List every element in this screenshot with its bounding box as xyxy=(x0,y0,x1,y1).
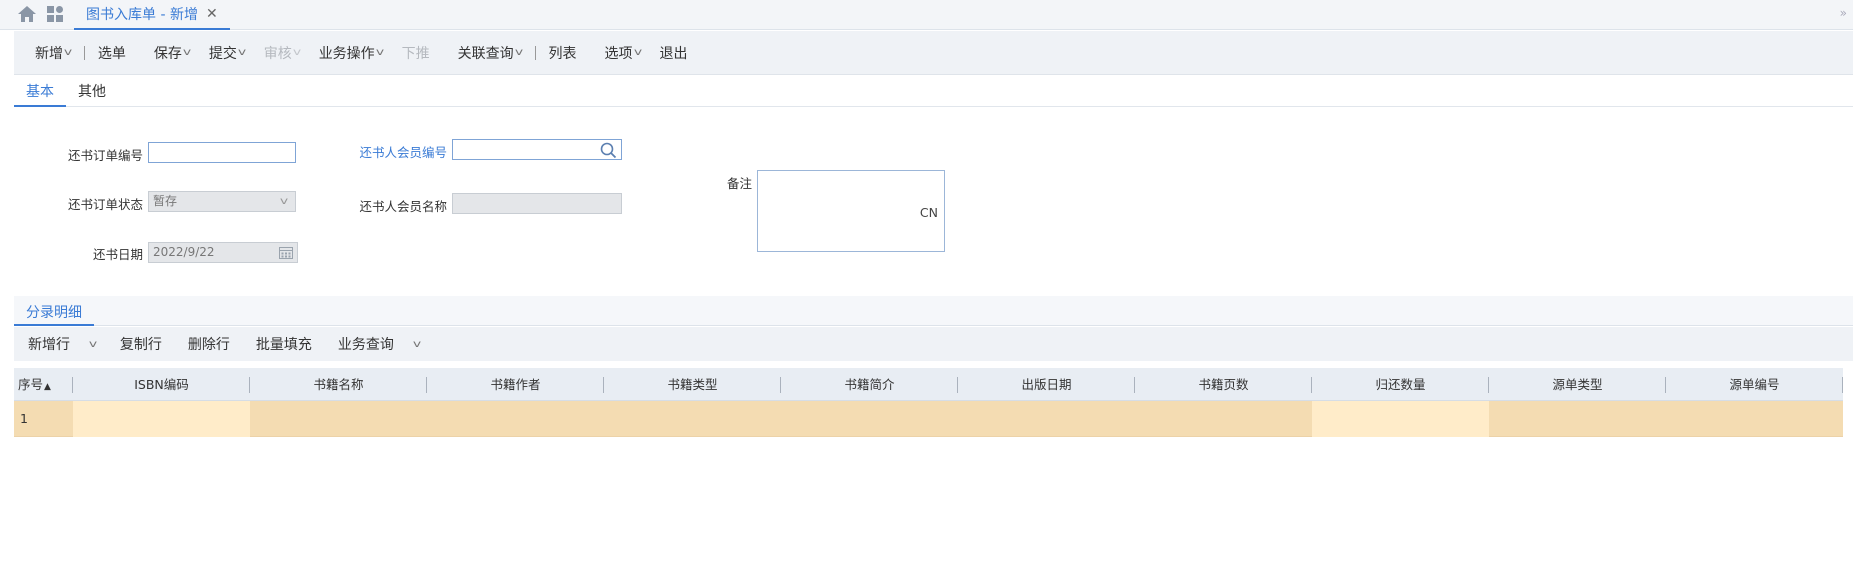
list-button[interactable]: 列表 xyxy=(542,31,584,75)
top-tab-bar: 图书入库单 - 新增 ✕ » xyxy=(0,0,1853,30)
exit-button[interactable]: 退出 xyxy=(652,31,694,75)
cell-page-count[interactable] xyxy=(1135,401,1312,437)
remark-label: 备注 xyxy=(726,176,752,191)
table-row[interactable]: 1 xyxy=(14,401,1843,437)
chevron-down-icon: v xyxy=(292,47,301,58)
chevron-down-icon[interactable]: v xyxy=(89,339,97,350)
column-header-source-no[interactable]: 源单编号 xyxy=(1666,368,1843,401)
column-header-book-summary[interactable]: 书籍简介 xyxy=(781,368,958,401)
member-no-input[interactable] xyxy=(452,139,622,160)
cell-book-name[interactable] xyxy=(250,401,427,437)
column-header-page-count[interactable]: 书籍页数 xyxy=(1135,368,1312,401)
sort-up-icon[interactable]: ▲ xyxy=(44,382,51,392)
submit-button[interactable]: 提交 v xyxy=(202,31,252,75)
column-header-return-qty[interactable]: 归还数量 xyxy=(1312,368,1489,401)
business-ops-button[interactable]: 业务操作 v xyxy=(312,31,390,75)
options-button[interactable]: 选项 v xyxy=(598,31,648,75)
tab-entry-details[interactable]: 分录明细 xyxy=(14,301,94,326)
cell-seq[interactable]: 1 xyxy=(14,401,73,437)
cell-book-summary[interactable] xyxy=(781,401,958,437)
order-status-value: 暂存 xyxy=(153,194,178,208)
cell-return-qty[interactable] xyxy=(1312,401,1489,437)
chevron-down-icon: v xyxy=(633,47,642,58)
member-name-field xyxy=(452,193,622,214)
cell-book-author[interactable] xyxy=(427,401,604,437)
chevron-down-icon[interactable]: v xyxy=(413,339,421,350)
order-status-label: 还书订单状态 xyxy=(67,197,143,212)
column-header-isbn[interactable]: ISBN编码 xyxy=(73,368,250,401)
tab-title: 图书入库单 - 新增 xyxy=(86,7,198,23)
column-header-source-type[interactable]: 源单类型 xyxy=(1489,368,1666,401)
column-header-book-name[interactable]: 书籍名称 xyxy=(250,368,427,401)
main-toolbar: 新增 v 选单 保存 v 提交 v 审核 v 业务操作 v 下推 关联查询 v 列表 选项 v… xyxy=(14,31,1853,75)
push-down-button[interactable]: 下推 xyxy=(395,31,437,75)
cell-publish-date[interactable] xyxy=(958,401,1135,437)
member-no-label[interactable]: 还书人会员编号 xyxy=(340,142,447,161)
batch-fill-button[interactable]: 批量填充 xyxy=(256,327,326,361)
toolbar-divider xyxy=(83,45,85,60)
business-query-button[interactable]: 业务查询 v xyxy=(338,327,434,361)
calendar-icon xyxy=(279,247,293,259)
column-header-publish-date[interactable]: 出版日期 xyxy=(958,368,1135,401)
chevron-down-icon: v xyxy=(514,47,523,58)
column-header-seq[interactable]: 序号▲ xyxy=(14,368,73,401)
remark-textarea[interactable]: CN xyxy=(757,170,945,252)
column-header-book-author[interactable]: 书籍作者 xyxy=(427,368,604,401)
select-button[interactable]: 选单 xyxy=(91,31,133,75)
cell-isbn[interactable] xyxy=(73,401,250,437)
main-tabs: 基本 其他 xyxy=(14,80,1853,107)
tab-book-stock-in-new[interactable]: 图书入库单 - 新增 ✕ xyxy=(74,0,230,30)
member-name-label: 还书人会员名称 xyxy=(359,199,447,214)
return-date-field: 2022/9/22 xyxy=(148,242,298,263)
copy-row-button[interactable]: 复制行 xyxy=(120,327,176,361)
cell-source-type[interactable] xyxy=(1489,401,1666,437)
order-no-input[interactable] xyxy=(148,142,296,163)
column-header-book-type[interactable]: 书籍类型 xyxy=(604,368,781,401)
return-date-label: 还书日期 xyxy=(92,247,143,262)
apps-icon[interactable] xyxy=(46,5,64,23)
delete-row-button[interactable]: 删除行 xyxy=(188,327,244,361)
grid-header: 序号▲ ISBN编码 书籍名称 书籍作者 书籍类型 书籍简介 出版日期 书籍页数… xyxy=(14,368,1843,401)
audit-button[interactable]: 审核 v xyxy=(257,31,307,75)
search-icon[interactable] xyxy=(600,142,617,159)
detail-toolbar: 新增行 v 复制行 删除行 批量填充 业务查询 v xyxy=(14,327,1853,361)
chevron-down-icon: v xyxy=(279,196,289,207)
toolbar-divider xyxy=(534,45,536,60)
save-button[interactable]: 保存 v xyxy=(147,31,197,75)
order-no-label: 还书订单编号 xyxy=(67,148,143,163)
cell-book-type[interactable] xyxy=(604,401,781,437)
return-date-value: 2022/9/22 xyxy=(153,245,215,259)
chevron-down-icon: v xyxy=(63,47,73,58)
tab-basic[interactable]: 基本 xyxy=(14,80,66,107)
language-toggle[interactable]: CN xyxy=(920,205,938,220)
add-row-button[interactable]: 新增行 v xyxy=(28,327,110,361)
related-query-button[interactable]: 关联查询 v xyxy=(451,31,529,75)
cell-source-no[interactable] xyxy=(1666,401,1843,437)
chevron-down-icon: v xyxy=(237,47,246,58)
chevron-down-icon: v xyxy=(182,47,192,58)
order-status-select: 暂存 v xyxy=(148,191,296,212)
tab-other[interactable]: 其他 xyxy=(66,80,118,107)
close-icon[interactable]: ✕ xyxy=(206,6,218,22)
double-chevron-icon[interactable]: » xyxy=(1840,6,1847,20)
chevron-down-icon: v xyxy=(375,47,384,58)
detail-tab-strip xyxy=(14,296,1853,326)
home-icon[interactable] xyxy=(17,5,37,23)
new-button[interactable]: 新增 v xyxy=(28,31,78,75)
